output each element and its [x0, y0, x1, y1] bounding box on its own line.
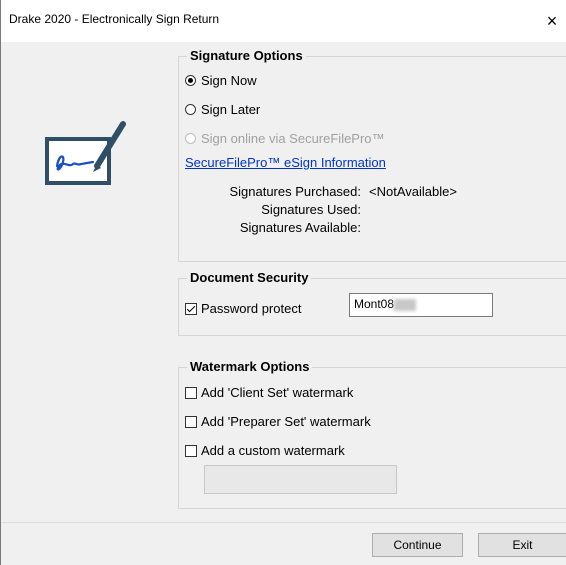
preparer-set-option[interactable]: Add 'Preparer Set' watermark — [185, 414, 371, 429]
client-set-option[interactable]: Add 'Client Set' watermark — [185, 385, 353, 400]
window-title: Drake 2020 - Electronically Sign Return — [9, 12, 220, 26]
custom-watermark-checkbox[interactable] — [185, 444, 197, 457]
sign-later-label: Sign Later — [201, 102, 261, 117]
custom-watermark-field — [204, 465, 397, 494]
sign-online-option: Sign online via SecureFilePro™ — [185, 131, 385, 146]
sign-online-radio — [185, 133, 196, 144]
redacted-blur — [394, 298, 417, 311]
password-field[interactable]: Mont08 — [349, 293, 493, 317]
sign-now-label: Sign Now — [201, 73, 257, 88]
sign-later-option[interactable]: Sign Later — [185, 102, 260, 117]
sign-later-radio[interactable] — [185, 104, 196, 115]
sign-now-radio[interactable] — [185, 75, 196, 86]
document-security-title: Document Security — [187, 270, 312, 285]
exit-button[interactable]: Exit — [478, 533, 566, 557]
signature-options-title: Signature Options — [187, 48, 306, 63]
sign-online-label: Sign online via SecureFilePro™ — [201, 131, 385, 146]
password-protect-option[interactable]: Password protect — [185, 301, 301, 316]
close-icon[interactable]: × — [537, 6, 566, 36]
signatures-purchased-label: Signatures Purchased: — [229, 184, 361, 199]
watermark-options-group: Watermark Options Add 'Client Set' water… — [178, 359, 566, 509]
title-bar: Drake 2020 - Electronically Sign Return … — [1, 0, 566, 42]
client-set-checkbox[interactable] — [185, 386, 197, 399]
continue-button[interactable]: Continue — [372, 533, 463, 557]
document-security-group: Document Security Password protect Mont0… — [178, 270, 566, 336]
dialog-body: Signature Options Sign Now Sign Later Si… — [1, 42, 566, 565]
esign-info-link[interactable]: SecureFilePro™ eSign Information — [185, 155, 386, 170]
password-value: Mont08 — [354, 297, 395, 311]
esign-dialog: Drake 2020 - Electronically Sign Return … — [0, 0, 566, 565]
custom-watermark-label: Add a custom watermark — [201, 443, 345, 458]
esign-pen-tablet-icon — [45, 121, 126, 185]
client-set-label: Add 'Client Set' watermark — [201, 385, 354, 400]
password-protect-label: Password protect — [201, 301, 302, 316]
footer-separator — [1, 522, 566, 523]
sign-now-option[interactable]: Sign Now — [185, 73, 257, 88]
signature-options-group: Signature Options Sign Now Sign Later Si… — [178, 48, 566, 262]
signatures-purchased-value: <NotAvailable> — [369, 184, 457, 199]
signatures-available-label: Signatures Available: — [239, 220, 361, 235]
custom-watermark-option[interactable]: Add a custom watermark — [185, 443, 345, 458]
preparer-set-label: Add 'Preparer Set' watermark — [201, 414, 371, 429]
signatures-used-label: Signatures Used: — [261, 202, 361, 217]
watermark-options-title: Watermark Options — [187, 359, 313, 374]
preparer-set-checkbox[interactable] — [185, 415, 197, 428]
password-protect-checkbox[interactable] — [185, 302, 197, 315]
